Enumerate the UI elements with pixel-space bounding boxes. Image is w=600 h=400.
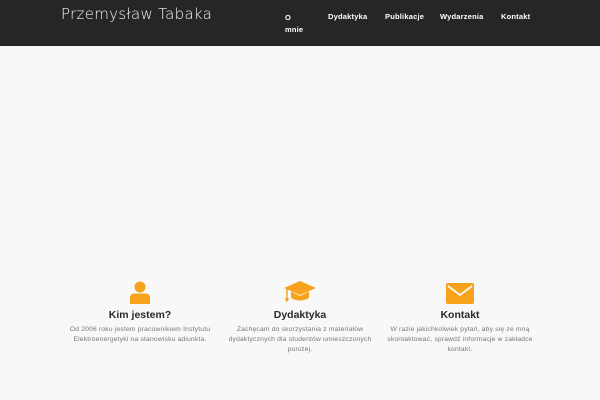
- nav-item-publikacje[interactable]: Publikacje: [385, 12, 424, 21]
- feature-teaching: Dydaktyka Zachęcam do skorzystania z mat…: [225, 280, 375, 355]
- nav-item-o-mnie[interactable]: O mnie: [285, 12, 307, 36]
- graduation-cap-icon: [225, 280, 375, 304]
- nav-item-dydaktyka[interactable]: Dydaktyka: [328, 12, 367, 21]
- nav-item-wydarzenia[interactable]: Wydarzenia: [440, 12, 484, 21]
- nav-item-kontakt[interactable]: Kontakt: [501, 12, 530, 21]
- envelope-icon: [385, 280, 535, 304]
- feature-title: Kontakt: [440, 309, 480, 321]
- site-header: Przemysław Tabaka O mnie Dydaktyka Publi…: [0, 0, 600, 46]
- feature-title: Kim jestem?: [108, 309, 172, 321]
- feature-text: Od 2006 roku jestem pracownikiem Instytu…: [69, 326, 211, 343]
- user-icon: [65, 280, 215, 304]
- feature-title: Dydaktyka: [273, 309, 327, 321]
- feature-about: Kim jestem? Od 2006 roku jestem pracowni…: [65, 280, 215, 345]
- site-title[interactable]: Przemysław Tabaka: [61, 5, 212, 23]
- feature-contact: Kontakt W razie jakichkolwiek pytań, aby…: [385, 280, 535, 355]
- feature-text: W razie jakichkolwiek pytań, aby się ze …: [387, 326, 533, 353]
- feature-text: Zachęcam do skorzystania z materiałów dy…: [228, 326, 372, 353]
